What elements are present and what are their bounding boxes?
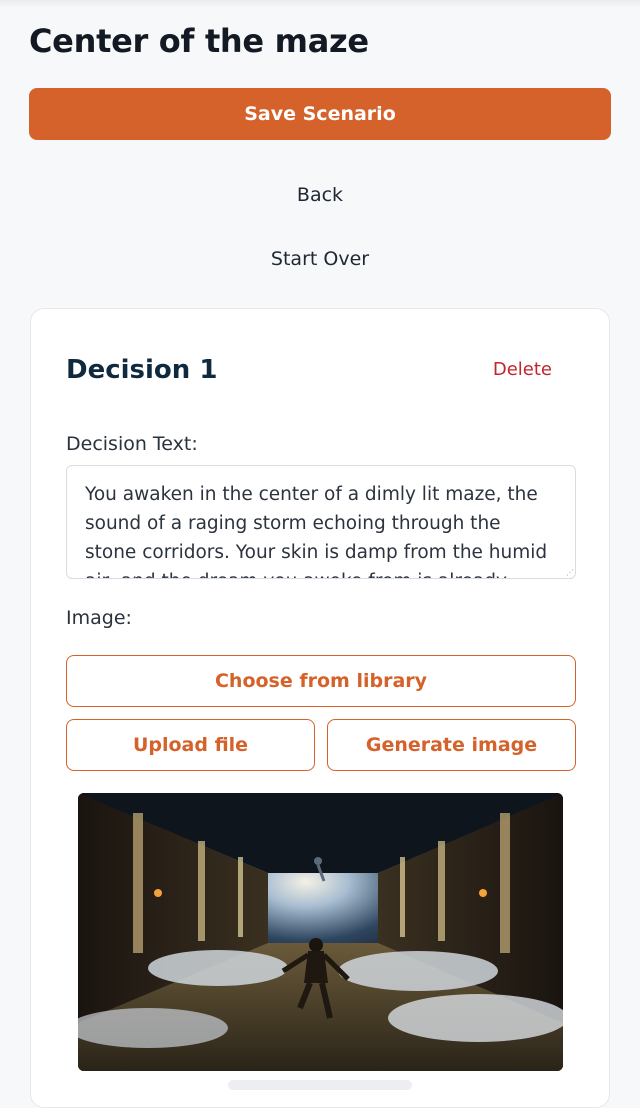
generate-image-button[interactable]: Generate image (327, 719, 576, 771)
upload-file-button[interactable]: Upload file (66, 719, 315, 771)
decision-image (78, 793, 563, 1071)
page-title: Center of the maze (29, 22, 369, 60)
save-scenario-button[interactable]: Save Scenario (29, 88, 611, 140)
decision-title: Decision 1 (66, 355, 218, 385)
maze-corridor-image (78, 793, 563, 1071)
decision-text-value: You awaken in the center of a dimly lit … (85, 484, 548, 578)
image-label: Image: (66, 607, 132, 629)
top-shadow (0, 0, 640, 8)
scroll-indicator (228, 1080, 412, 1090)
decision-card: Decision 1 Delete Decision Text: You awa… (30, 308, 610, 1108)
back-button[interactable]: Back (0, 175, 640, 215)
decision-text-field[interactable]: You awaken in the center of a dimly lit … (66, 465, 576, 579)
decision-text-label: Decision Text: (66, 433, 198, 455)
choose-from-library-button[interactable]: Choose from library (66, 655, 576, 707)
start-over-button[interactable]: Start Over (0, 239, 640, 279)
resize-handle-icon[interactable]: ⋰ (566, 569, 574, 577)
delete-decision-button[interactable]: Delete (493, 359, 552, 380)
